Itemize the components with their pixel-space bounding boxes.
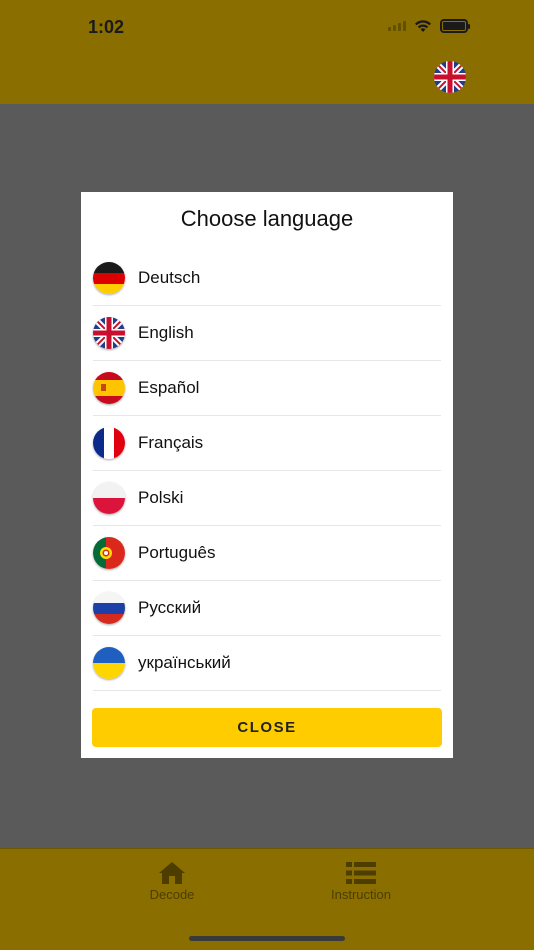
dialog-title: Choose language xyxy=(180,206,354,231)
language-option-english[interactable]: English xyxy=(93,306,441,361)
home-icon xyxy=(159,862,185,884)
language-option-francais[interactable]: Français xyxy=(93,416,441,471)
list-icon xyxy=(346,862,376,884)
home-indicator[interactable] xyxy=(189,936,345,941)
language-option-deutsch[interactable]: Deutsch xyxy=(93,251,441,306)
uk-flag-icon xyxy=(93,317,125,349)
language-label: Español xyxy=(138,378,200,397)
uk-flag-icon[interactable] xyxy=(434,61,466,93)
spain-flag-icon xyxy=(93,372,125,404)
language-option-russkiy[interactable]: Русский xyxy=(93,581,441,636)
france-flag-icon xyxy=(93,427,125,459)
russia-flag-icon xyxy=(93,592,125,624)
germany-flag-icon xyxy=(93,262,125,294)
language-option-portugues[interactable]: Português xyxy=(93,526,441,581)
battery-icon xyxy=(440,19,470,33)
language-option-ukrainskyi[interactable]: український xyxy=(93,636,441,691)
language-label: Deutsch xyxy=(138,268,201,287)
cellular-signal-icon xyxy=(388,21,406,31)
language-label: Français xyxy=(138,433,204,452)
language-label: Português xyxy=(138,543,216,562)
status-time: 1:02 xyxy=(88,17,125,37)
tab-decode[interactable]: Decode xyxy=(140,861,204,902)
wifi-icon xyxy=(415,20,431,32)
close-button[interactable]: CLOSE xyxy=(92,708,442,747)
status-icons xyxy=(388,19,470,33)
language-label: English xyxy=(138,323,194,342)
poland-flag-icon xyxy=(93,482,125,514)
bottom-tab-bar: Decode Instruction xyxy=(0,848,534,950)
language-label: Русский xyxy=(138,598,202,617)
language-label: Polski xyxy=(138,488,184,507)
language-option-espanol[interactable]: Español xyxy=(93,361,441,416)
tab-label: Decode xyxy=(149,887,195,902)
tab-label: Instruction xyxy=(331,887,391,902)
language-option-polski[interactable]: Polski xyxy=(93,471,441,526)
top-app-bar: 1:02 xyxy=(0,0,534,104)
portugal-flag-icon xyxy=(93,537,125,569)
language-dialog: Choose language Deutsch English Español … xyxy=(81,192,453,758)
ukraine-flag-icon xyxy=(93,647,125,679)
tab-instruction[interactable]: Instruction xyxy=(315,861,407,902)
language-label: український xyxy=(138,653,231,672)
